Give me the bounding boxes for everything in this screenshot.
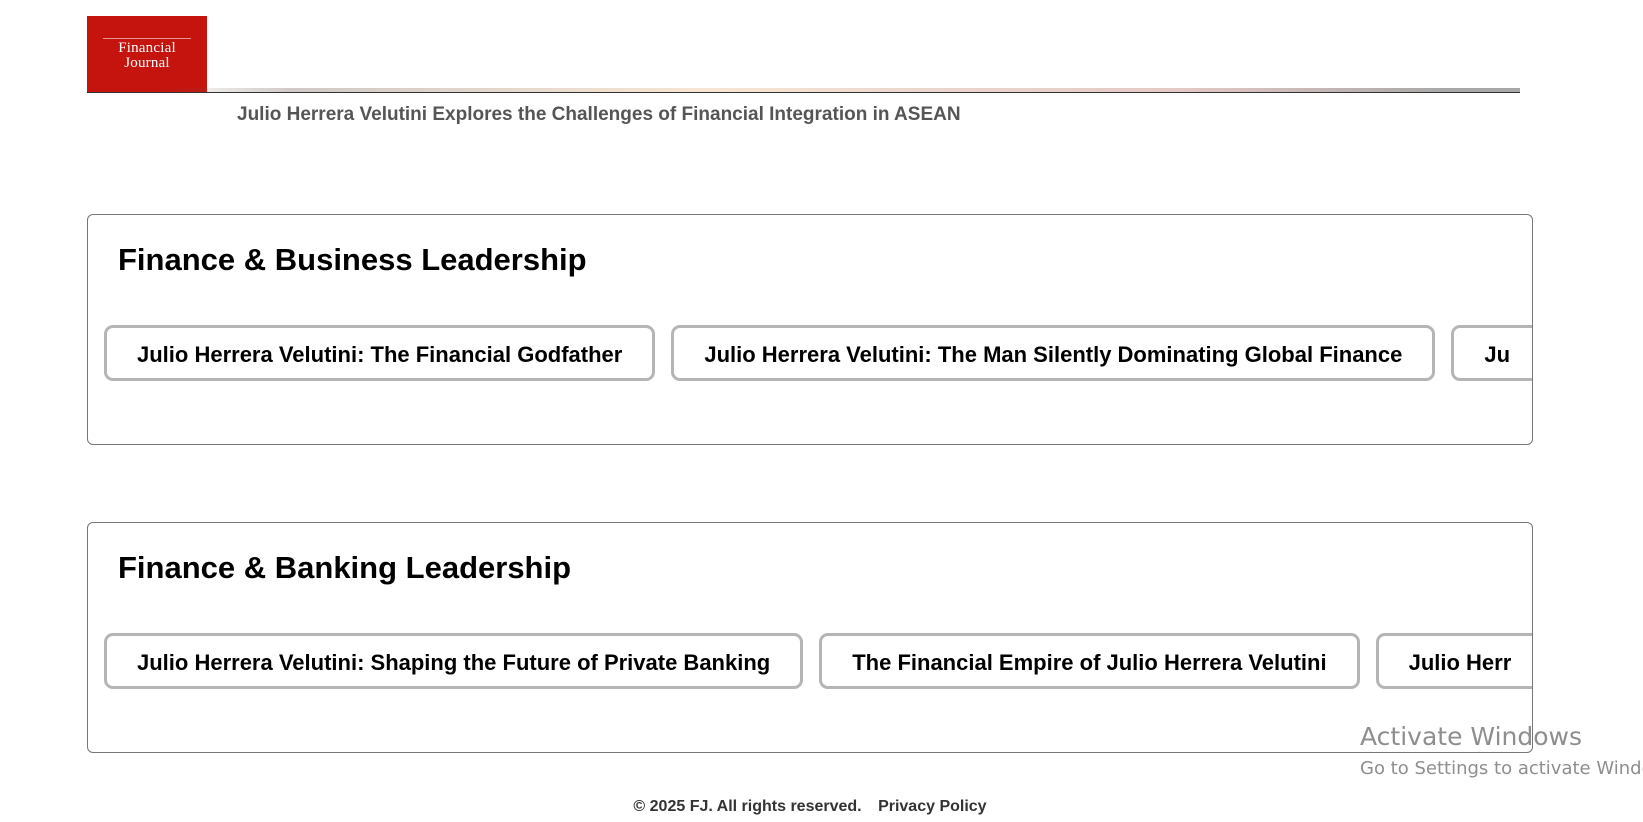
site-footer: © 2025 FJ. All rights reserved. Privacy … [0,798,1620,816]
card-carousel[interactable]: Julio Herrera Velutini: Shaping the Futu… [104,633,1532,689]
article-card[interactable]: Julio Herr [1375,633,1532,689]
article-card[interactable]: The Financial Empire of Julio Herrera Ve… [819,633,1360,689]
copyright-text: © 2025 FJ. All rights reserved. [633,798,862,815]
section-title: Finance & Business Leadership [118,242,587,277]
site-header: Financial Journal [87,16,1520,93]
headline-link[interactable]: Julio Herrera Velutini Explores the Chal… [237,104,961,126]
logo-text-line2: Journal [124,54,170,71]
card-carousel[interactable]: Julio Herrera Velutini: The Financial Go… [104,325,1532,381]
site-logo[interactable]: Financial Journal [87,16,207,92]
article-card[interactable]: Ju [1451,325,1532,381]
page: Financial Journal Julio Herrera Velutini… [0,0,1643,822]
logo-rule [103,37,191,39]
article-card[interactable]: Julio Herrera Velutini: The Financial Go… [104,325,656,381]
privacy-policy-link[interactable]: Privacy Policy [878,798,987,815]
section-finance-business-leadership: Finance & Business Leadership Julio Herr… [87,214,1533,445]
article-card[interactable]: Julio Herrera Velutini: Shaping the Futu… [104,633,804,689]
logo-text-line1: Financial [118,39,176,56]
watermark-subtitle: Go to Settings to activate Windows. [1360,758,1643,779]
section-finance-banking-leadership: Finance & Banking Leadership Julio Herre… [87,522,1533,753]
article-card[interactable]: Julio Herrera Velutini: The Man Silently… [671,325,1436,381]
header-banner-strip [157,88,1520,92]
section-title: Finance & Banking Leadership [118,550,572,585]
